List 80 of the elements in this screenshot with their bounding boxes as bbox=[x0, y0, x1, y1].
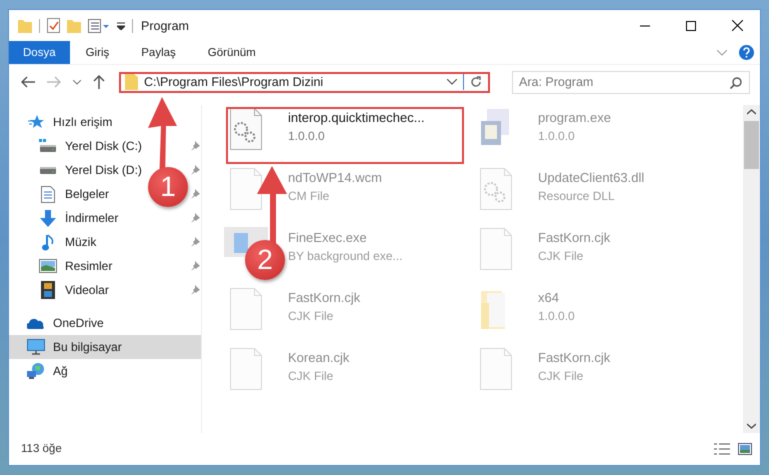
pin-icon[interactable] bbox=[190, 237, 200, 247]
file-icon bbox=[229, 167, 263, 211]
ribbon-tab[interactable]: Giriş bbox=[70, 41, 126, 64]
star-icon bbox=[28, 114, 44, 130]
search-field[interactable]: Ara: Program bbox=[512, 70, 750, 94]
drive-icon bbox=[39, 139, 57, 153]
checklist-icon[interactable] bbox=[47, 18, 60, 33]
search-icon bbox=[730, 76, 742, 88]
nav-item[interactable]: OneDrive bbox=[9, 311, 201, 335]
settings-file-icon bbox=[479, 167, 513, 211]
properties-icon[interactable] bbox=[88, 18, 110, 32]
nav-item[interactable]: Videolar bbox=[65, 283, 109, 297]
pin-icon[interactable] bbox=[190, 141, 200, 151]
nav-item[interactable]: Yerel Disk (D:) bbox=[65, 163, 142, 177]
nav-label: OneDrive bbox=[53, 316, 104, 330]
chevron-down-icon[interactable] bbox=[73, 80, 81, 84]
minimize-icon bbox=[640, 24, 650, 26]
download-icon bbox=[40, 210, 56, 226]
file-detail: CJK File bbox=[288, 369, 334, 383]
file-icon bbox=[479, 227, 513, 271]
file-icon bbox=[229, 347, 263, 391]
pin-icon[interactable] bbox=[190, 213, 200, 223]
ribbon-tab[interactable]: Görünüm bbox=[192, 41, 272, 64]
file-detail: BY background exe... bbox=[288, 249, 403, 263]
nav-item[interactable]: Hızlı erişim bbox=[9, 110, 201, 134]
nav-item[interactable]: Resimler bbox=[65, 259, 112, 273]
nav-item[interactable]: Bu bilgisayar bbox=[9, 335, 201, 359]
picture-icon bbox=[39, 259, 57, 273]
back-arrow-icon[interactable] bbox=[21, 76, 35, 88]
nav-item[interactable]: Belgeler bbox=[65, 187, 110, 201]
pin-icon[interactable] bbox=[190, 165, 200, 175]
file-detail: 1.0.0.0 bbox=[288, 129, 326, 143]
nav-item[interactable]: İndirmeler bbox=[65, 211, 118, 225]
film-icon bbox=[41, 281, 55, 299]
chevron-up-icon[interactable] bbox=[747, 109, 756, 115]
nav-label: Ağ bbox=[53, 364, 68, 378]
chevron-down-icon[interactable] bbox=[747, 423, 756, 429]
file-detail: CM File bbox=[288, 189, 330, 203]
file-detail: CJK File bbox=[538, 369, 584, 383]
details-view-icon[interactable] bbox=[714, 443, 730, 455]
window-title: Program bbox=[141, 18, 189, 32]
help-icon[interactable] bbox=[739, 45, 754, 60]
nav-item[interactable]: Ağ bbox=[9, 359, 201, 383]
document-icon bbox=[41, 186, 55, 202]
dropdown-icon[interactable] bbox=[117, 22, 125, 30]
pin-icon[interactable] bbox=[190, 189, 200, 199]
refresh-icon[interactable] bbox=[470, 76, 482, 88]
close-icon bbox=[732, 20, 742, 31]
file-icon bbox=[479, 347, 513, 391]
ribbon-tab[interactable]: Dosya bbox=[9, 41, 70, 64]
pin-icon[interactable] bbox=[190, 261, 200, 271]
file-detail: CJK File bbox=[538, 249, 584, 263]
address-path: C:\Program Files\Program Dizini bbox=[144, 75, 324, 89]
maximize-icon bbox=[686, 20, 696, 30]
ribbon-tab[interactable]: Paylaş bbox=[125, 41, 192, 64]
file-detail: 1.0.0.0 bbox=[538, 129, 576, 143]
file-name[interactable]: interop.quicktimechec... bbox=[288, 110, 425, 125]
pin-icon[interactable] bbox=[190, 285, 200, 295]
nav-label: Bu bilgisayar bbox=[53, 340, 122, 354]
network-icon bbox=[27, 363, 45, 379]
chevron-down-icon[interactable] bbox=[447, 79, 457, 85]
scrollbar[interactable] bbox=[743, 105, 760, 433]
folder-icon bbox=[125, 74, 138, 90]
address-bar[interactable]: C:\Program Files\Program Dizini bbox=[119, 72, 490, 92]
up-arrow-icon[interactable] bbox=[93, 75, 105, 89]
file-icon bbox=[229, 287, 263, 331]
drive-icon bbox=[39, 165, 57, 175]
file-detail: 1.0.0.0 bbox=[538, 309, 575, 323]
file-detail: CJK File bbox=[288, 309, 334, 323]
file-detail: Resource DLL bbox=[538, 189, 616, 203]
music-note-icon bbox=[42, 234, 54, 250]
scrollbar-thumb[interactable] bbox=[744, 121, 759, 169]
nav-label: Hızlı erişim bbox=[53, 115, 112, 129]
settings-file-icon bbox=[229, 107, 263, 151]
nav-item[interactable]: Yerel Disk (C:) bbox=[65, 139, 142, 153]
item-count: 113 öğe bbox=[21, 443, 62, 455]
large-icons-view-icon[interactable] bbox=[738, 443, 752, 455]
nav-item[interactable]: Müzik bbox=[65, 235, 96, 249]
cloud-icon bbox=[27, 318, 45, 328]
monitor-icon bbox=[27, 339, 45, 355]
